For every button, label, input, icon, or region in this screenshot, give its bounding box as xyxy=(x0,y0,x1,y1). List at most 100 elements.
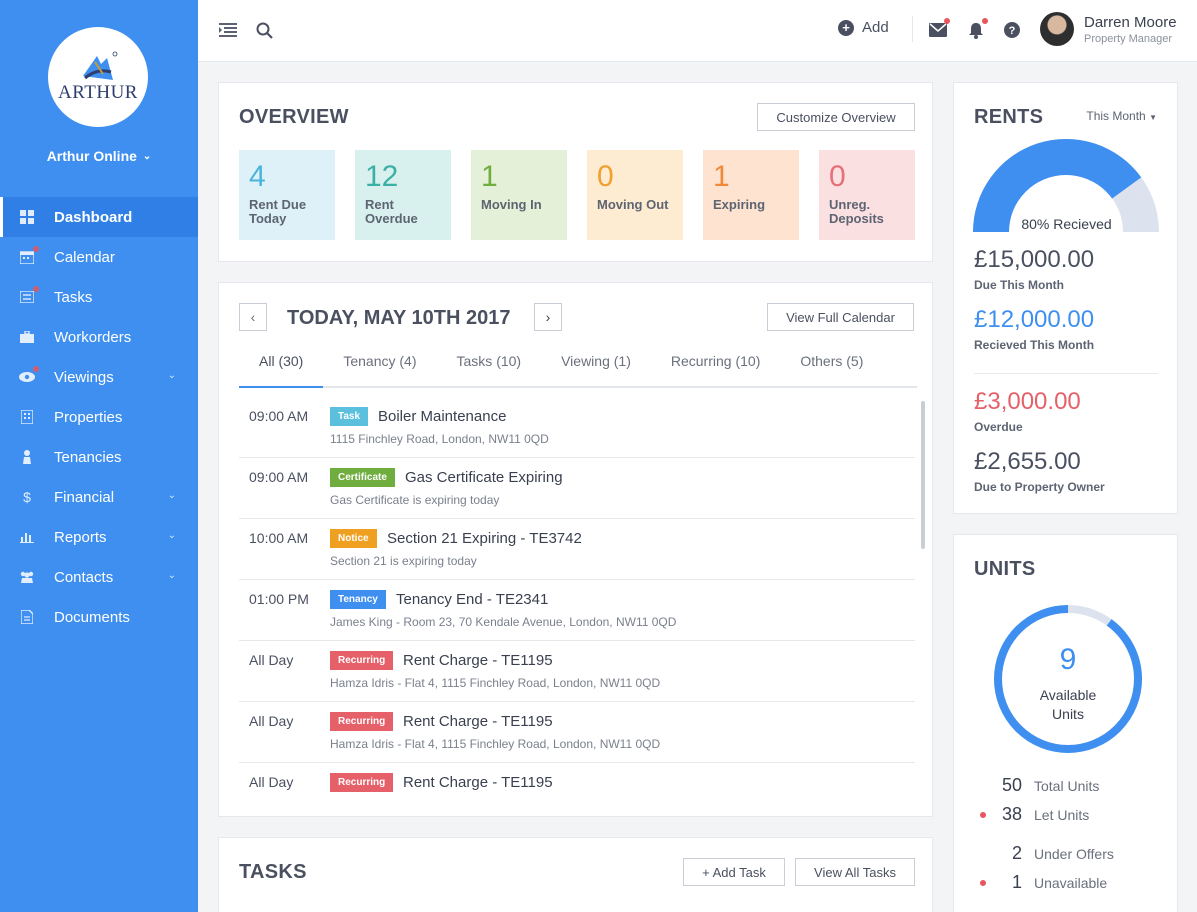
tile-value: 4 xyxy=(249,160,266,193)
person-icon xyxy=(18,449,36,465)
overview-tile[interactable]: 12 Rent Overdue xyxy=(355,150,451,240)
tasks-title: TASKS xyxy=(239,861,307,883)
unit-label: Under Offers xyxy=(1034,845,1114,862)
notification-dot xyxy=(33,366,39,372)
event-time: 09:00 AM xyxy=(249,469,309,485)
tile-label: Rent Overdue xyxy=(365,197,418,226)
event-subtitle: Hamza Idris - Flat 4, 1115 Finchley Road… xyxy=(330,676,661,690)
overview-tile[interactable]: 1 Moving In xyxy=(471,150,567,240)
calendar-tab[interactable]: Viewing (1) xyxy=(541,353,651,388)
units-ring xyxy=(994,605,1142,753)
sidebar-item-tenancies[interactable]: Tenancies xyxy=(0,437,198,477)
received-amount: £12,000.00 xyxy=(974,306,1095,333)
sidebar-item-reports[interactable]: Reports ⌄ xyxy=(0,517,198,557)
customize-overview-button[interactable]: Customize Overview xyxy=(757,103,915,131)
event-row[interactable]: All Day Recurring Rent Charge - TE1195 Hamz… xyxy=(239,641,915,702)
sidebar-item-properties[interactable]: Properties xyxy=(0,397,198,437)
status-dot xyxy=(980,811,986,818)
calendar-date: TODAY, MAY 10TH 2017 xyxy=(287,307,511,329)
event-subtitle: James King - Room 23, 70 Kendale Avenue,… xyxy=(330,615,677,629)
next-day-button[interactable]: › xyxy=(534,303,562,331)
svg-text:$: $ xyxy=(23,490,31,504)
sidebar-item-contacts[interactable]: Contacts ⌄ xyxy=(0,557,198,597)
mail-icon[interactable] xyxy=(928,18,950,40)
event-row[interactable]: 01:00 PM Tenancy Tenancy End - TE2341 James… xyxy=(239,580,915,641)
unit-stat-row: 1 Unavailable xyxy=(980,872,1107,893)
view-full-calendar-button[interactable]: View Full Calendar xyxy=(767,303,914,331)
event-list: 09:00 AM Task Boiler Maintenance 1115 Finch… xyxy=(239,397,915,807)
logo[interactable]: ARTHUR xyxy=(48,27,148,127)
chevron-left-icon: ‹ xyxy=(250,309,256,325)
briefcase-icon xyxy=(18,329,36,345)
bell-icon[interactable] xyxy=(966,18,988,40)
document-icon xyxy=(18,609,36,625)
event-row[interactable]: 09:00 AM Task Boiler Maintenance 1115 Finch… xyxy=(239,397,915,458)
overview-title: OVERVIEW xyxy=(239,106,349,128)
sidebar-item-label: Tasks xyxy=(54,288,93,306)
event-row[interactable]: 09:00 AM Certificate Gas Certificate Expir… xyxy=(239,458,915,519)
unit-count: 38 xyxy=(1002,804,1023,824)
eye-icon xyxy=(18,366,39,385)
event-tag: Notice xyxy=(330,529,377,548)
tile-value: 0 xyxy=(597,160,614,193)
event-title: Boiler Maintenance xyxy=(378,408,507,425)
event-title: Tenancy End - TE2341 xyxy=(396,591,549,608)
sidebar-item-viewings[interactable]: Viewings ⌄ xyxy=(0,357,198,397)
view-all-tasks-button[interactable]: View All Tasks xyxy=(795,858,915,886)
user-menu[interactable]: Darren Moore Property Manager xyxy=(1040,12,1177,46)
svg-text:?: ? xyxy=(1009,25,1016,37)
add-button[interactable]: + Add xyxy=(838,19,889,36)
sidebar-item-tasks[interactable]: Tasks xyxy=(0,277,198,317)
notification-dot xyxy=(982,18,988,24)
calendar-tab[interactable]: Tasks (10) xyxy=(437,353,542,388)
user-role: Property Manager xyxy=(1084,32,1173,45)
sidebar-item-documents[interactable]: Documents xyxy=(0,597,198,637)
sidebar-item-workorders[interactable]: Workorders xyxy=(0,317,198,357)
units-card: UNITS 9 Available Units 50 Total Units 38 L… xyxy=(953,534,1178,912)
event-time: 10:00 AM xyxy=(249,530,309,546)
due-amount: £15,000.00 xyxy=(974,246,1095,273)
rents-period-select[interactable]: This Month ▼ xyxy=(1086,109,1157,123)
event-row[interactable]: All Day Recurring Rent Charge - TE1195 xyxy=(239,763,915,807)
overdue-amount: £3,000.00 xyxy=(974,388,1081,415)
overview-tile[interactable]: 0 Moving Out xyxy=(587,150,683,240)
scrollbar[interactable] xyxy=(921,401,925,549)
org-switcher[interactable]: Arthur Online ⌄ xyxy=(0,148,198,164)
unit-label: Let Units xyxy=(1034,806,1090,823)
sidebar-item-label: Documents xyxy=(54,608,130,626)
overview-tile[interactable]: 0 Unreg. Deposits xyxy=(819,150,915,240)
rents-period-value: This Month xyxy=(1086,109,1146,123)
sidebar-item-dashboard[interactable]: Dashboard xyxy=(0,197,198,237)
notification-dot xyxy=(33,246,39,252)
sidebar-item-calendar[interactable]: Calendar xyxy=(0,237,198,277)
unit-count: 2 xyxy=(1011,843,1022,863)
overview-tile[interactable]: 1 Expiring xyxy=(703,150,799,240)
plus-circle-icon: + xyxy=(838,19,854,36)
calendar-icon xyxy=(18,246,39,265)
overview-tile[interactable]: 4 Rent Due Today xyxy=(239,150,335,240)
calendar-tab[interactable]: Recurring (10) xyxy=(651,353,780,388)
help-icon[interactable]: ? xyxy=(1002,20,1022,40)
event-subtitle: Hamza Idris - Flat 4, 1115 Finchley Road… xyxy=(330,737,661,751)
overview-card: OVERVIEW Customize Overview 4 Rent Due To… xyxy=(218,82,933,262)
sidebar-item-financial[interactable]: $ Financial ⌄ xyxy=(0,477,198,517)
prev-day-button[interactable]: ‹ xyxy=(239,303,267,331)
unit-label: Unavailable xyxy=(1034,874,1108,891)
calendar-tab[interactable]: Tenancy (4) xyxy=(323,353,436,388)
tile-label: Moving In xyxy=(481,197,542,212)
search-icon[interactable] xyxy=(254,20,274,40)
event-row[interactable]: 10:00 AM Notice Section 21 Expiring - TE37… xyxy=(239,519,915,580)
tile-value: 1 xyxy=(713,160,730,193)
calendar-tab[interactable]: Others (5) xyxy=(780,353,883,388)
add-label: Add xyxy=(862,19,889,36)
menu-collapse-icon[interactable] xyxy=(218,20,238,40)
event-time: All Day xyxy=(249,774,294,790)
avatar xyxy=(1040,12,1074,46)
add-task-button[interactable]: + Add Task xyxy=(683,858,785,886)
status-dot xyxy=(980,879,986,886)
tile-label: Unreg. Deposits xyxy=(829,197,884,226)
calendar-tab[interactable]: All (30) xyxy=(239,353,324,388)
owner-amount: £2,655.00 xyxy=(974,448,1081,475)
sidebar-item-label: Reports xyxy=(54,528,107,546)
event-row[interactable]: All Day Recurring Rent Charge - TE1195 Hamz… xyxy=(239,702,915,763)
